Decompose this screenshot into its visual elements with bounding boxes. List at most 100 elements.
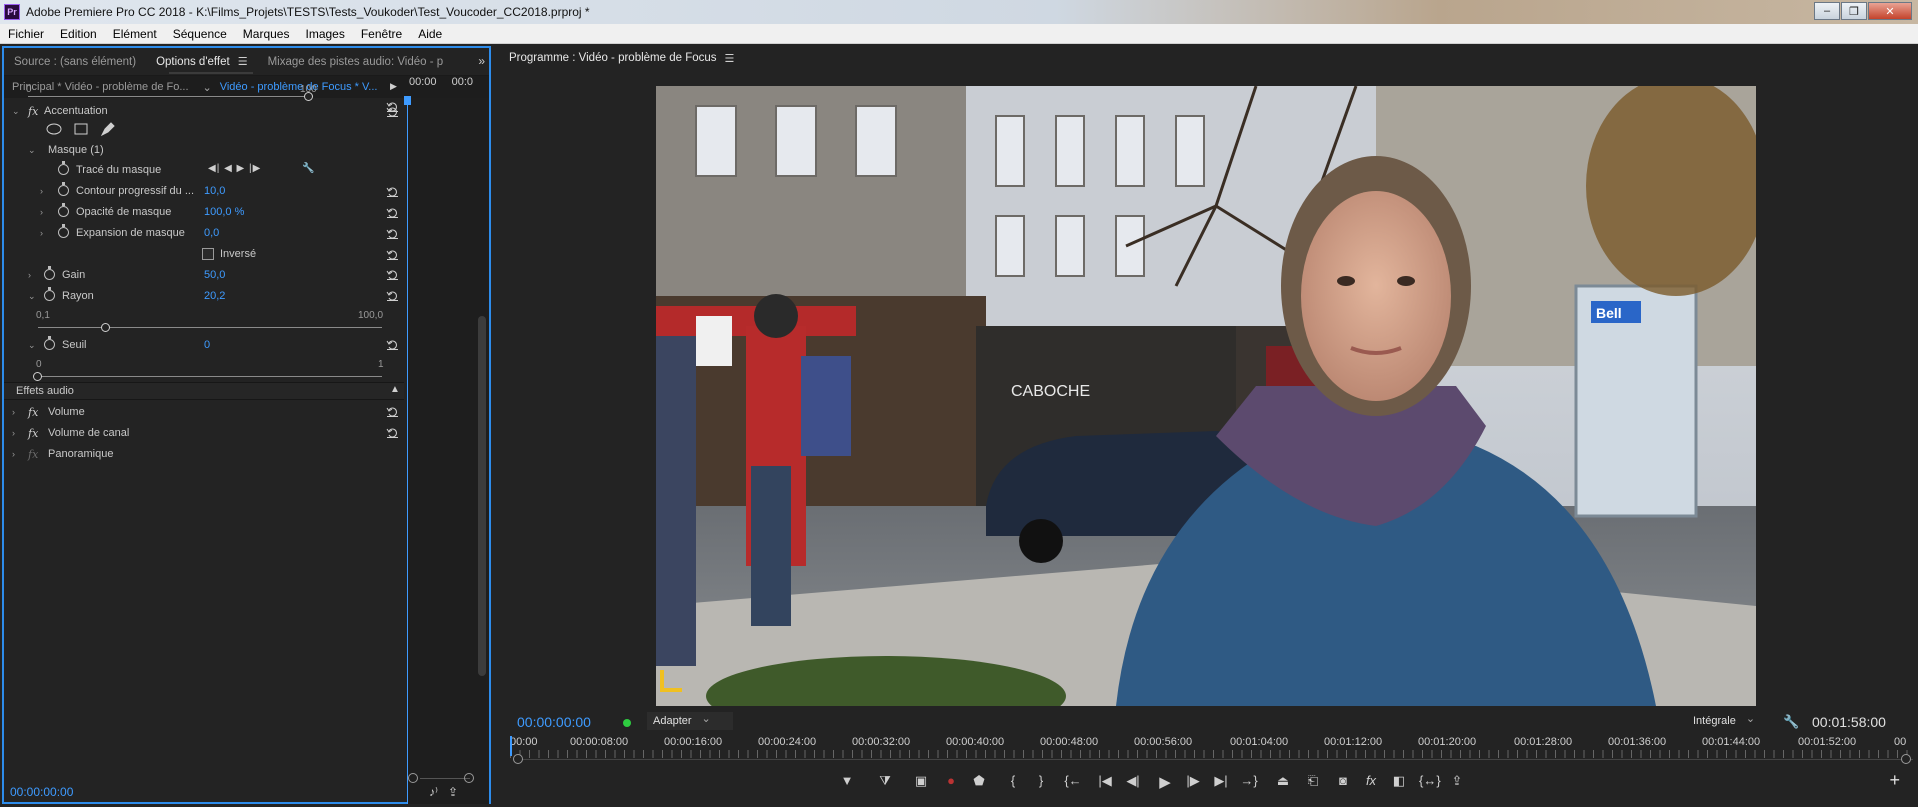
wrench-icon[interactable]: 🔧 [302,163,315,174]
mark-out-bracket-icon[interactable]: } [1031,773,1051,788]
chevron-down-icon[interactable]: ⌄ [28,145,36,156]
stopwatch-icon[interactable] [44,266,55,280]
zoom-scroll-track[interactable] [515,759,1913,760]
stopwatch-icon[interactable] [58,161,69,175]
zoom-handle-left[interactable] [513,754,523,764]
stopwatch-icon[interactable] [44,287,55,301]
export-frame-icon[interactable]: ⇪ [1447,773,1467,789]
vertical-scrollbar[interactable] [478,316,486,676]
go-to-out-icon[interactable]: →} [1239,773,1259,788]
reset-icon[interactable] [386,185,399,198]
minimize-button[interactable]: – [1814,2,1840,20]
chevron-right-icon[interactable]: › [12,449,15,459]
add-marker-icon[interactable]: ⬟ [969,773,989,789]
program-current-timecode[interactable]: 00:00:00:00 [517,714,591,730]
step-forward-icon[interactable]: |▶ [1183,773,1203,789]
quality-dropdown[interactable]: Intégrale [1687,712,1775,730]
chevron-down-icon[interactable]: ⌄ [28,291,36,302]
chevron-down-icon[interactable]: ⌄ [28,340,36,351]
premiere-app-icon[interactable]: Pr [4,4,20,20]
chevron-right-icon[interactable]: › [12,407,15,417]
reset-icon[interactable] [386,268,399,281]
reset-icon[interactable] [386,206,399,219]
fx-icon[interactable]: fx [28,427,38,440]
reset-icon[interactable] [386,405,399,418]
mark-out-icon[interactable]: ⧩ [875,773,895,789]
extract-icon[interactable]: ⎗ [1303,773,1323,789]
menu-edition[interactable]: Edition [52,27,105,41]
chevron-right-icon[interactable]: › [40,207,43,217]
stopwatch-icon[interactable] [58,203,69,217]
reset-icon[interactable] [386,338,399,351]
program-playhead[interactable] [510,736,512,756]
play-icon[interactable]: ▶ [390,81,397,92]
comparison-view-icon[interactable]: ◧ [1389,773,1409,789]
menu-fenetre[interactable]: Fenêtre [353,27,410,41]
stopwatch-icon[interactable] [58,182,69,196]
menu-images[interactable]: Images [297,27,352,41]
audio-effects-header[interactable]: Effets audio ▲ [4,382,404,400]
menu-element[interactable]: Elément [105,27,165,41]
chevron-right-icon[interactable]: › [40,228,43,238]
zoom-handle-left[interactable] [408,773,418,783]
wrench-icon[interactable]: 🔧 [1783,714,1799,730]
chevron-down-icon[interactable]: ⌄ [12,106,20,117]
tab-effect-controls[interactable]: Options d'effet ☰ [146,55,257,68]
safe-margins-icon[interactable]: ▣ [911,773,931,789]
effect-volume[interactable]: › fx Volume [4,403,404,421]
reset-icon[interactable] [386,289,399,302]
go-to-end-icon[interactable]: ▶| [1211,773,1231,789]
mask-feather-value[interactable]: 10,0 [204,185,225,197]
fx-icon[interactable]: fx [28,406,38,419]
maximize-button[interactable]: ❐ [1841,2,1867,20]
stopwatch-icon[interactable] [58,224,69,238]
seq-tab-principal[interactable]: Principal * Vidéo - problème de Fo... [4,81,197,93]
tab-audio-mixer[interactable]: Mixage des pistes audio: Vidéo - p [258,56,454,68]
mask-track-controls[interactable]: ◀| ◀ ▶ |▶ [208,163,261,174]
rectangle-mask-icon[interactable] [74,123,88,135]
step-back-icon[interactable]: ◀| [1123,773,1143,789]
tab-source[interactable]: Source : (sans élément) [4,56,146,68]
record-icon[interactable]: ● [941,773,961,788]
mini-timeline-area[interactable] [407,98,489,804]
go-to-in-icon[interactable]: {← [1063,773,1083,788]
chevron-right-icon[interactable]: › [12,428,15,438]
play-icon[interactable]: ▶ [1155,773,1175,791]
chevron-down-icon[interactable]: ⌄ [203,81,212,94]
collapse-icon[interactable]: ▲ [390,384,400,395]
go-to-start-icon[interactable]: |◀ [1095,773,1115,789]
fx-icon[interactable]: fx [28,105,38,118]
threshold-slider-knob[interactable] [33,372,42,381]
mask-expansion-value[interactable]: 0,0 [204,227,219,239]
reset-icon[interactable] [386,227,399,240]
program-title[interactable]: Programme : Vidéo - problème de Focus [509,52,717,64]
menu-marques[interactable]: Marques [235,27,298,41]
radius-slider-knob[interactable] [101,323,110,332]
threshold-value[interactable]: 0 [204,339,210,351]
stopwatch-icon[interactable] [44,336,55,350]
seq-tab-video[interactable]: Vidéo - problème de Focus * V... [212,81,386,93]
gain-value[interactable]: 50,0 [204,269,225,281]
video-frame[interactable]: CABOCHE Bell [656,86,1756,706]
chevron-right-icon[interactable]: › [40,186,43,196]
effect-panner[interactable]: › fx Panoramique [4,445,404,463]
reset-icon[interactable] [386,105,399,118]
panel-menu-icon[interactable]: ☰ [725,52,735,65]
reset-icon[interactable] [386,426,399,439]
close-button[interactable]: ✕ [1868,2,1912,20]
add-button-icon[interactable]: + [1889,770,1900,791]
trim-icon[interactable]: {↔} [1419,773,1441,788]
panel-menu-icon[interactable]: ☰ [238,55,248,68]
zoom-handle-right[interactable] [1901,754,1911,764]
ellipse-mask-icon[interactable] [46,123,62,135]
lift-icon[interactable]: ⏏ [1273,773,1293,789]
menu-sequence[interactable]: Séquence [165,27,235,41]
panel-overflow-icon[interactable]: » [478,54,485,68]
slider-knob[interactable] [304,92,313,101]
effect-channel-volume[interactable]: › fx Volume de canal [4,424,404,442]
camera-icon[interactable]: ◙ [1333,773,1353,788]
effect-controls-timecode[interactable]: 00:00:00:00 [10,785,73,799]
mask-opacity-value[interactable]: 100,0 % [204,206,244,218]
fx-icon[interactable]: fx [1361,773,1381,788]
pen-mask-icon[interactable] [100,121,116,137]
